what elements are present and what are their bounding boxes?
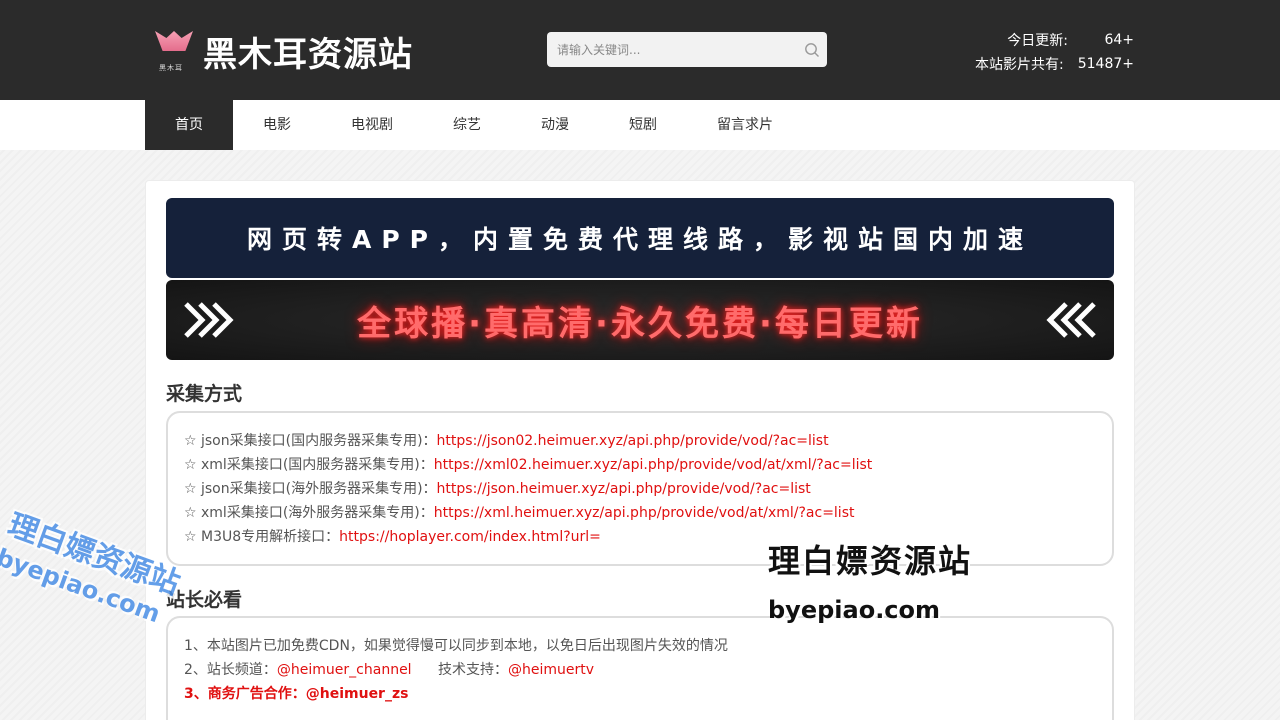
chevron-right-icon bbox=[184, 302, 234, 338]
channel-label: 2、站长频道： bbox=[184, 662, 277, 678]
app-promo-banner[interactable]: 网页转APP，内置免费代理线路，影视站国内加速 bbox=[166, 198, 1114, 278]
collect-item-link[interactable]: https://json02.heimuer.xyz/api.php/provi… bbox=[437, 433, 829, 449]
stat-today-updates: 今日更新: 64+ bbox=[975, 28, 1134, 52]
notice-box: 1、本站图片已加免费CDN，如果觉得慢可以同步到本地，以免日后出现图片失效的情况… bbox=[166, 616, 1114, 720]
collect-item-link[interactable]: https://xml02.heimuer.xyz/api.php/provid… bbox=[434, 457, 873, 473]
stat-label: 本站影片共有: bbox=[975, 57, 1064, 73]
nav-item-variety[interactable]: 综艺 bbox=[423, 100, 511, 150]
collect-item: ☆ json采集接口(国内服务器采集专用)：https://json02.hei… bbox=[184, 429, 1096, 453]
collect-item: ☆ xml采集接口(海外服务器采集专用)：https://xml.heimuer… bbox=[184, 501, 1096, 525]
collect-item: ☆ xml采集接口(国内服务器采集专用)：https://xml02.heimu… bbox=[184, 453, 1096, 477]
nav-item-movies[interactable]: 电影 bbox=[233, 100, 321, 150]
support-link[interactable]: @heimuertv bbox=[508, 662, 594, 678]
collect-item-label: ☆ M3U8专用解析接口： bbox=[184, 529, 340, 545]
collect-item: ☆ M3U8专用解析接口：https://hoplayer.com/index.… bbox=[184, 525, 1096, 549]
nav-item-anime[interactable]: 动漫 bbox=[511, 100, 599, 150]
stat-value: 51487+ bbox=[1077, 56, 1134, 72]
channel-link[interactable]: @heimuer_channel bbox=[277, 662, 412, 678]
site-header: 黑木耳 黑木耳资源站 今日更新: 64+ 本站影片共有: 51487+ bbox=[0, 0, 1280, 100]
collect-item: ☆ json采集接口(海外服务器采集专用)：https://json.heimu… bbox=[184, 477, 1096, 501]
ads-label: 3、商务广告合作： bbox=[184, 686, 306, 702]
collect-methods-box: ☆ json采集接口(国内服务器采集专用)：https://json02.hei… bbox=[166, 411, 1114, 566]
search-input[interactable] bbox=[547, 32, 797, 67]
ads-contact-link[interactable]: @heimuer_zs bbox=[306, 686, 409, 702]
logo-sub-text: 黑木耳 bbox=[159, 64, 183, 72]
collect-item-link[interactable]: https://xml.heimuer.xyz/api.php/provide/… bbox=[434, 505, 855, 521]
feature-banner[interactable]: 全球播·真高清·永久免费·每日更新 bbox=[166, 280, 1114, 360]
nav-item-home[interactable]: 首页 bbox=[145, 100, 233, 150]
collect-item-label: ☆ xml采集接口(海外服务器采集专用)： bbox=[184, 505, 434, 521]
collect-item-link[interactable]: https://hoplayer.com/index.html?url= bbox=[339, 529, 601, 545]
site-title: 黑木耳资源站 bbox=[203, 34, 413, 75]
collect-item-link[interactable]: https://json.heimuer.xyz/api.php/provide… bbox=[437, 481, 811, 497]
nav-item-tv-series[interactable]: 电视剧 bbox=[321, 100, 423, 150]
support-label: 技术支持： bbox=[438, 662, 509, 678]
stat-value: 64+ bbox=[1104, 32, 1134, 48]
search-icon[interactable] bbox=[797, 32, 827, 67]
search-box bbox=[547, 32, 827, 67]
site-stats: 今日更新: 64+ 本站影片共有: 51487+ bbox=[975, 28, 1134, 76]
stat-total-videos: 本站影片共有: 51487+ bbox=[975, 52, 1134, 76]
logo-hat-icon: 黑木耳 bbox=[155, 29, 193, 73]
feature-banner-text: 全球播·真高清·永久免费·每日更新 bbox=[357, 303, 923, 344]
chevron-left-icon bbox=[1046, 302, 1096, 338]
notice-cdn-line: 1、本站图片已加免费CDN，如果觉得慢可以同步到本地，以免日后出现图片失效的情况 bbox=[184, 638, 728, 654]
notice-section-title: 站长必看 bbox=[166, 589, 243, 611]
main-nav: 首页 电影 电视剧 综艺 动漫 短剧 留言求片 bbox=[0, 100, 1280, 150]
collect-section-title: 采集方式 bbox=[166, 383, 243, 405]
notice-channel-line: 2、站长频道：@heimuer_channel 技术支持：@heimuertv bbox=[184, 658, 1096, 682]
collect-item-label: ☆ json采集接口(国内服务器采集专用)： bbox=[184, 433, 437, 449]
app-promo-text: 网页转APP，内置免费代理线路，影视站国内加速 bbox=[247, 225, 1033, 254]
collect-item-label: ☆ json采集接口(海外服务器采集专用)： bbox=[184, 481, 437, 497]
main-content-card: 网页转APP，内置免费代理线路，影视站国内加速 全球播·真高清·永久免费·每日更… bbox=[145, 180, 1135, 720]
collect-item-label: ☆ xml采集接口(国内服务器采集专用)： bbox=[184, 457, 434, 473]
site-logo[interactable]: 黑木耳 黑木耳资源站 bbox=[155, 28, 413, 75]
nav-item-short-drama[interactable]: 短剧 bbox=[599, 100, 687, 150]
nav-item-request[interactable]: 留言求片 bbox=[687, 100, 803, 150]
notice-ads-line: 3、商务广告合作：@heimuer_zs bbox=[184, 682, 1096, 706]
stat-label: 今日更新: bbox=[1007, 33, 1068, 49]
